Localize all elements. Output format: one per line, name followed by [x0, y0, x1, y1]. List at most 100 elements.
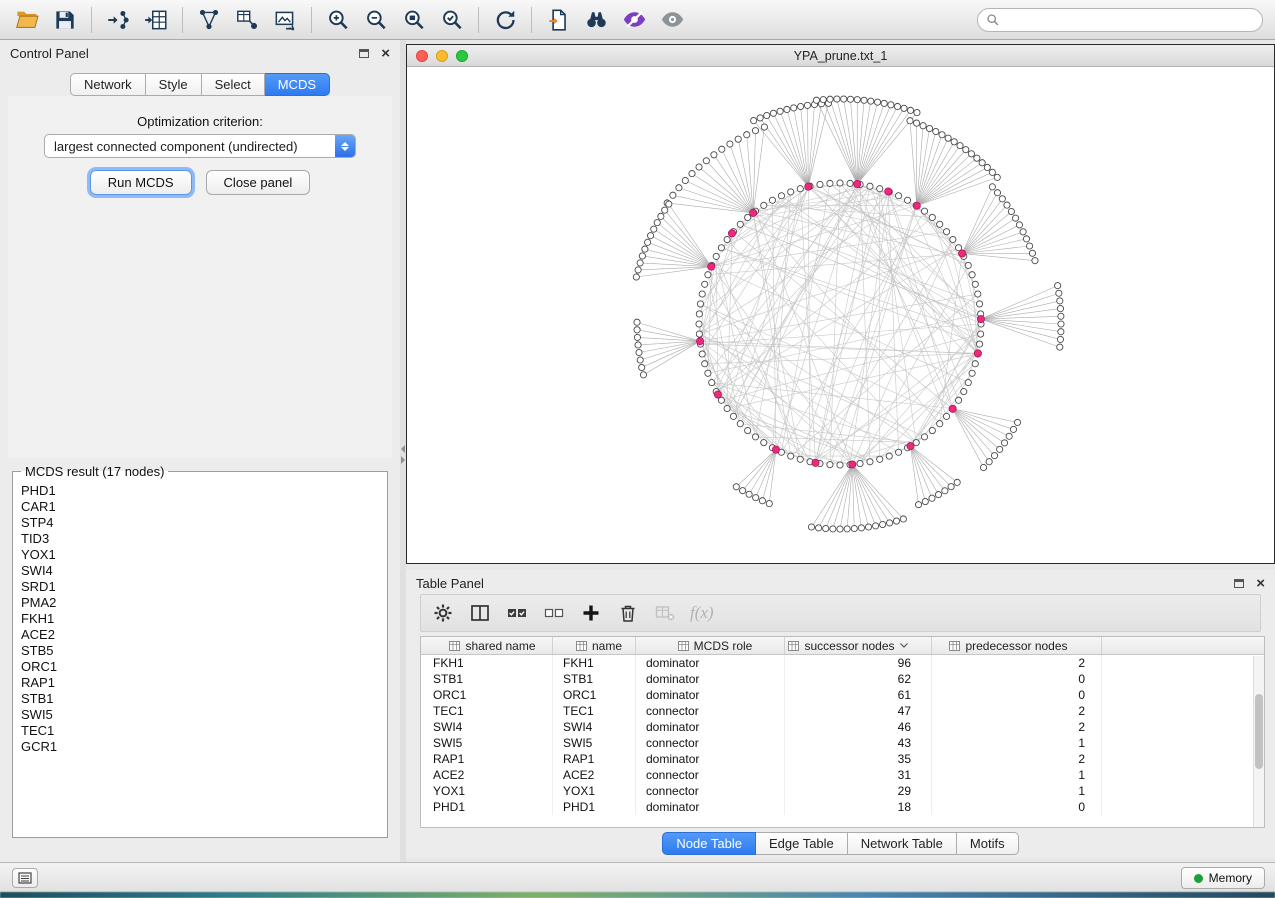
table-cell: 46 — [785, 719, 932, 735]
column-header-mcds-role[interactable]: MCDS role — [636, 637, 785, 654]
search-input[interactable] — [1005, 13, 1254, 27]
mcds-result-item[interactable]: TID3 — [21, 531, 379, 547]
refresh-icon — [492, 7, 518, 33]
column-type-icon — [449, 641, 460, 651]
table-row[interactable]: FKH1FKH1dominator962 — [421, 655, 1264, 671]
table-row[interactable]: YOX1YOX1connector291 — [421, 783, 1264, 799]
network-table-button[interactable] — [228, 4, 266, 36]
mcds-result-item[interactable]: RAP1 — [21, 675, 379, 691]
search-network-button[interactable] — [577, 4, 615, 36]
zoom-in-icon — [325, 7, 351, 33]
search-box[interactable] — [977, 8, 1263, 32]
tab-mcds[interactable]: MCDS — [265, 73, 330, 96]
table-row[interactable]: STB1STB1dominator620 — [421, 671, 1264, 687]
panel-selector-button[interactable] — [12, 868, 38, 888]
zoom-out-button[interactable] — [357, 4, 395, 36]
tab-node-table[interactable]: Node Table — [662, 832, 756, 855]
deselect-all-columns-button[interactable] — [540, 599, 568, 627]
table-row[interactable]: ORC1ORC1dominator610 — [421, 687, 1264, 703]
mcds-result-item[interactable]: SRD1 — [21, 579, 379, 595]
table-cell-filler — [1102, 783, 1264, 799]
mcds-result-item[interactable]: PMA2 — [21, 595, 379, 611]
close-panel-icon[interactable]: × — [381, 46, 390, 61]
tab-motifs[interactable]: Motifs — [957, 832, 1019, 855]
tab-network[interactable]: Network — [70, 73, 146, 96]
table-row[interactable]: SWI5SWI5connector431 — [421, 735, 1264, 751]
close-table-panel-icon[interactable]: × — [1256, 576, 1265, 591]
mcds-result-item[interactable]: STB1 — [21, 691, 379, 707]
share-document-button[interactable] — [539, 4, 577, 36]
float-panel-icon[interactable] — [359, 49, 369, 58]
mcds-result-item[interactable]: SWI4 — [21, 563, 379, 579]
column-header-successor-nodes[interactable]: successor nodes — [785, 637, 932, 654]
table-cell: 29 — [785, 783, 932, 799]
export-image-button[interactable] — [266, 4, 304, 36]
column-header-predecessor-nodes[interactable]: predecessor nodes — [932, 637, 1102, 654]
memory-button[interactable]: Memory — [1181, 867, 1265, 889]
tab-select[interactable]: Select — [202, 73, 265, 96]
criterion-dropdown[interactable]: largest connected component (undirected) — [44, 134, 356, 158]
table-cell: dominator — [636, 719, 785, 735]
save-session-button[interactable] — [46, 4, 84, 36]
mcds-result-item[interactable]: FKH1 — [21, 611, 379, 627]
open-file-button[interactable] — [8, 4, 46, 36]
select-all-columns-button[interactable] — [503, 599, 531, 627]
show-all-button[interactable] — [653, 4, 691, 36]
table-cell: 96 — [785, 655, 932, 671]
table-row[interactable]: PHD1PHD1dominator180 — [421, 799, 1264, 815]
table-cell: SWI5 — [421, 735, 553, 751]
close-panel-button[interactable]: Close panel — [206, 170, 311, 195]
table-row[interactable]: TEC1TEC1connector472 — [421, 703, 1264, 719]
memory-status-icon — [1194, 874, 1203, 883]
mcds-result-item[interactable]: STP4 — [21, 515, 379, 531]
zoom-selected-button[interactable] — [433, 4, 471, 36]
create-column-button[interactable] — [577, 599, 605, 627]
new-network-button[interactable] — [190, 4, 228, 36]
column-type-icon — [788, 641, 799, 651]
mcds-result-item[interactable]: PHD1 — [21, 483, 379, 499]
mcds-result-item[interactable]: CAR1 — [21, 499, 379, 515]
main-toolbar — [0, 0, 1275, 40]
tab-edge-table[interactable]: Edge Table — [756, 832, 848, 855]
node-table-header: shared name name MCDS role successo — [421, 637, 1264, 655]
window-minimize-button[interactable] — [436, 50, 448, 62]
gear-icon — [432, 602, 454, 624]
column-header-shared-name[interactable]: shared name — [421, 637, 553, 654]
table-cell: ACE2 — [553, 767, 636, 783]
show-columns-button[interactable] — [466, 599, 494, 627]
run-mcds-button[interactable]: Run MCDS — [90, 170, 192, 195]
mcds-result-item[interactable]: ORC1 — [21, 659, 379, 675]
mcds-result-item[interactable]: GCR1 — [21, 739, 379, 755]
delete-column-button[interactable] — [614, 599, 642, 627]
scrollbar-thumb[interactable] — [1255, 694, 1263, 769]
mcds-result-item[interactable]: SWI5 — [21, 707, 379, 723]
columns-icon — [469, 602, 491, 624]
table-row[interactable]: ACE2ACE2connector311 — [421, 767, 1264, 783]
mcds-result-item[interactable]: TEC1 — [21, 723, 379, 739]
window-close-button[interactable] — [416, 50, 428, 62]
window-maximize-button[interactable] — [456, 50, 468, 62]
zoom-fit-button[interactable] — [395, 4, 433, 36]
tab-style[interactable]: Style — [146, 73, 202, 96]
table-cell: YOX1 — [421, 783, 553, 799]
table-scrollbar[interactable] — [1253, 656, 1264, 827]
import-network-button[interactable] — [99, 4, 137, 36]
zoom-in-button[interactable] — [319, 4, 357, 36]
float-table-panel-icon[interactable] — [1234, 579, 1244, 588]
import-table-button[interactable] — [137, 4, 175, 36]
refresh-view-button[interactable] — [486, 4, 524, 36]
column-header-name[interactable]: name — [553, 637, 636, 654]
table-cell: dominator — [636, 671, 785, 687]
network-canvas-svg[interactable] — [407, 67, 1274, 563]
network-table-icon — [234, 7, 260, 33]
tab-network-table[interactable]: Network Table — [848, 832, 957, 855]
mcds-result-item[interactable]: ACE2 — [21, 627, 379, 643]
mcds-result-item[interactable]: YOX1 — [21, 547, 379, 563]
mcds-result-item[interactable]: STB5 — [21, 643, 379, 659]
hide-unselected-button[interactable] — [615, 4, 653, 36]
table-row[interactable]: RAP1RAP1dominator352 — [421, 751, 1264, 767]
mcds-result-list[interactable]: PHD1CAR1STP4TID3YOX1SWI4SRD1PMA2FKH1ACE2… — [15, 481, 385, 835]
table-row[interactable]: SWI4SWI4dominator462 — [421, 719, 1264, 735]
control-panel-title: Control Panel — [10, 46, 89, 61]
table-settings-button[interactable] — [429, 599, 457, 627]
